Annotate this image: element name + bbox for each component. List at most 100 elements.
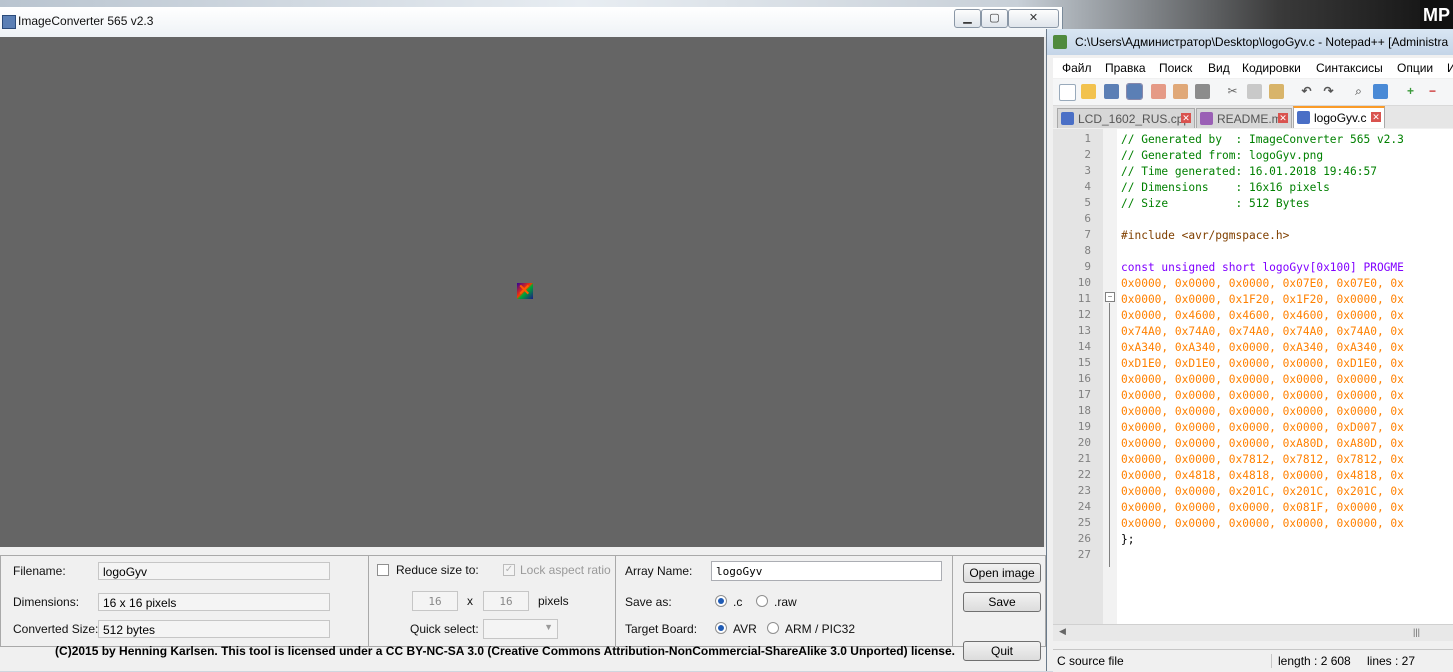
code-line: 0x0000, 0x0000, 0x0000, 0x0000, 0x0000, … — [1121, 389, 1404, 402]
actions-panel: Open image Save — [952, 555, 1046, 647]
height-input[interactable]: 16 — [483, 591, 529, 611]
code-line: 0x0000, 0x0000, 0x0000, 0x07E0, 0x07E0, … — [1121, 277, 1404, 290]
cut-icon[interactable]: ✂ — [1225, 84, 1240, 99]
quit-button[interactable]: Quit — [963, 641, 1041, 661]
code-line: 0x0000, 0x0000, 0x7812, 0x7812, 0x7812, … — [1121, 453, 1404, 466]
maximize-button[interactable]: ▢ — [981, 9, 1008, 28]
line-number: 10 — [1077, 276, 1091, 289]
code-line: 0x0000, 0x0000, 0x0000, 0x081F, 0x0000, … — [1121, 501, 1404, 514]
line-number: 23 — [1077, 484, 1091, 497]
line-number: 1 — [1084, 132, 1091, 145]
dimensions-field: 16 x 16 pixels — [98, 593, 330, 611]
array-name-label: Array Name: — [625, 564, 693, 578]
open-image-button[interactable]: Open image — [963, 563, 1041, 583]
save-raw-radio[interactable] — [756, 595, 768, 607]
target-avr-radio[interactable] — [715, 622, 727, 634]
redo-icon[interactable]: ↷ — [1321, 84, 1336, 99]
target-arm-label: ARM / PIC32 — [785, 622, 856, 636]
line-number: 2 — [1084, 148, 1091, 161]
converted-size-field: 512 bytes — [98, 620, 330, 638]
code-line: 0xD1E0, 0xD1E0, 0x0000, 0x0000, 0xD1E0, … — [1121, 357, 1404, 370]
status-length: length : 2 608 — [1271, 654, 1351, 668]
zoom-in-icon[interactable]: + — [1403, 84, 1418, 99]
save-icon[interactable] — [1104, 84, 1119, 99]
menu-more[interactable]: И — [1447, 61, 1453, 75]
close-icon[interactable]: ✕ — [1371, 112, 1381, 122]
line-number: 19 — [1077, 420, 1091, 433]
output-panel: Array Name: logoGyv Save as: .c .raw Tar… — [615, 555, 953, 647]
code-line: 0x0000, 0x0000, 0x201C, 0x201C, 0x201C, … — [1121, 485, 1404, 498]
tab-lcd1602[interactable]: LCD_1602_RUS.cpp ✕ — [1057, 108, 1195, 128]
menu-syntax[interactable]: Синтаксисы — [1316, 61, 1383, 75]
resize-panel: Reduce size to: ✓ Lock aspect ratio 16 x… — [368, 555, 616, 647]
code-line: 0x0000, 0x0000, 0x0000, 0x0000, 0x0000, … — [1121, 517, 1404, 530]
quick-select-label: Quick select: — [410, 622, 479, 636]
np-titlebar[interactable]: C:\Users\Администратор\Desktop\logoGyv.c… — [1047, 29, 1453, 55]
save-all-icon[interactable] — [1126, 83, 1143, 100]
desktop-badge: MP — [1420, 0, 1453, 30]
width-input[interactable]: 16 — [412, 591, 458, 611]
code-line: 0x0000, 0x0000, 0x1F20, 0x1F20, 0x0000, … — [1121, 293, 1404, 306]
save-button[interactable]: Save — [963, 592, 1041, 612]
scroll-left-icon[interactable]: ◀ — [1059, 626, 1066, 637]
horizontal-scrollbar[interactable]: ◀ ||| — [1053, 624, 1453, 641]
line-number: 18 — [1077, 404, 1091, 417]
line-number: 9 — [1084, 260, 1091, 273]
line-number: 8 — [1084, 244, 1091, 257]
menu-encoding[interactable]: Кодировки — [1242, 61, 1301, 75]
line-number: 17 — [1077, 388, 1091, 401]
converted-size-label: Converted Size: — [13, 622, 99, 636]
line-number: 13 — [1077, 324, 1091, 337]
tab-logogyv[interactable]: logoGyv.c ✕ — [1293, 106, 1385, 128]
code-editor[interactable]: 1 2 3 4 5 6 7 8 9 10 11 12 13 14 15 16 17 18 19 20 21 22 23 24 2… — [1053, 129, 1453, 624]
line-number: 7 — [1084, 228, 1091, 241]
undo-icon[interactable]: ↶ — [1299, 84, 1314, 99]
code-line: // Generated by : ImageConverter 565 v2.… — [1121, 133, 1404, 146]
target-arm-radio[interactable] — [767, 622, 779, 634]
scroll-grip-icon: ||| — [1413, 627, 1421, 637]
menu-file[interactable]: Файл — [1062, 61, 1092, 75]
reduce-size-label: Reduce size to: — [396, 563, 479, 577]
print-icon[interactable] — [1195, 84, 1210, 99]
open-file-icon[interactable] — [1081, 84, 1096, 99]
close-icon[interactable]: ✕ — [1181, 113, 1191, 123]
zoom-out-icon[interactable]: − — [1425, 84, 1440, 99]
line-number: 6 — [1084, 212, 1091, 225]
ic-titlebar[interactable]: ImageConverter 565 v2.3 ▁ ▢ ✕ — [0, 7, 1062, 37]
find-icon[interactable]: ⌕ — [1351, 84, 1366, 99]
lock-aspect-checkbox[interactable]: ✓ — [503, 564, 515, 576]
close-button[interactable]: ✕ — [1008, 9, 1059, 28]
code-line: 0x74A0, 0x74A0, 0x74A0, 0x74A0, 0x74A0, … — [1121, 325, 1404, 338]
menu-view[interactable]: Вид — [1208, 61, 1230, 75]
menu-search[interactable]: Поиск — [1159, 61, 1192, 75]
save-c-radio[interactable] — [715, 595, 727, 607]
reduce-size-checkbox[interactable] — [377, 564, 389, 576]
close-icon[interactable]: ✕ — [1278, 113, 1288, 123]
close-all-icon[interactable] — [1173, 84, 1188, 99]
replace-icon[interactable] — [1373, 84, 1388, 99]
save-as-label: Save as: — [625, 595, 672, 609]
code-line: const unsigned short logoGyv[0x100] PROG… — [1121, 261, 1404, 274]
fold-line — [1109, 303, 1110, 567]
copy-icon[interactable] — [1247, 84, 1262, 99]
menu-options[interactable]: Опции — [1397, 61, 1433, 75]
fold-margin: − — [1103, 129, 1117, 624]
times-label: x — [467, 594, 473, 608]
minimize-button[interactable]: ▁ — [954, 9, 981, 28]
tab-label: LCD_1602_RUS.cpp — [1078, 112, 1191, 126]
image-thumbnail — [517, 281, 533, 299]
paste-icon[interactable] — [1269, 84, 1284, 99]
array-name-input[interactable]: logoGyv — [711, 561, 942, 581]
notepad-icon — [1053, 35, 1067, 49]
file-icon — [1297, 111, 1310, 124]
line-number: 12 — [1077, 308, 1091, 321]
quick-select-dropdown[interactable]: ▼ — [483, 619, 558, 639]
close-file-icon[interactable] — [1151, 84, 1166, 99]
code-line: 0x0000, 0x4600, 0x4600, 0x4600, 0x0000, … — [1121, 309, 1404, 322]
tab-readme[interactable]: README.md ✕ — [1196, 108, 1292, 128]
fold-toggle-icon[interactable]: − — [1105, 292, 1115, 302]
line-number: 24 — [1077, 500, 1091, 513]
menu-edit[interactable]: Правка — [1105, 61, 1146, 75]
new-file-icon[interactable] — [1059, 84, 1076, 101]
imageconverter-window: ImageConverter 565 v2.3 ▁ ▢ ✕ Filename: … — [0, 7, 1063, 671]
